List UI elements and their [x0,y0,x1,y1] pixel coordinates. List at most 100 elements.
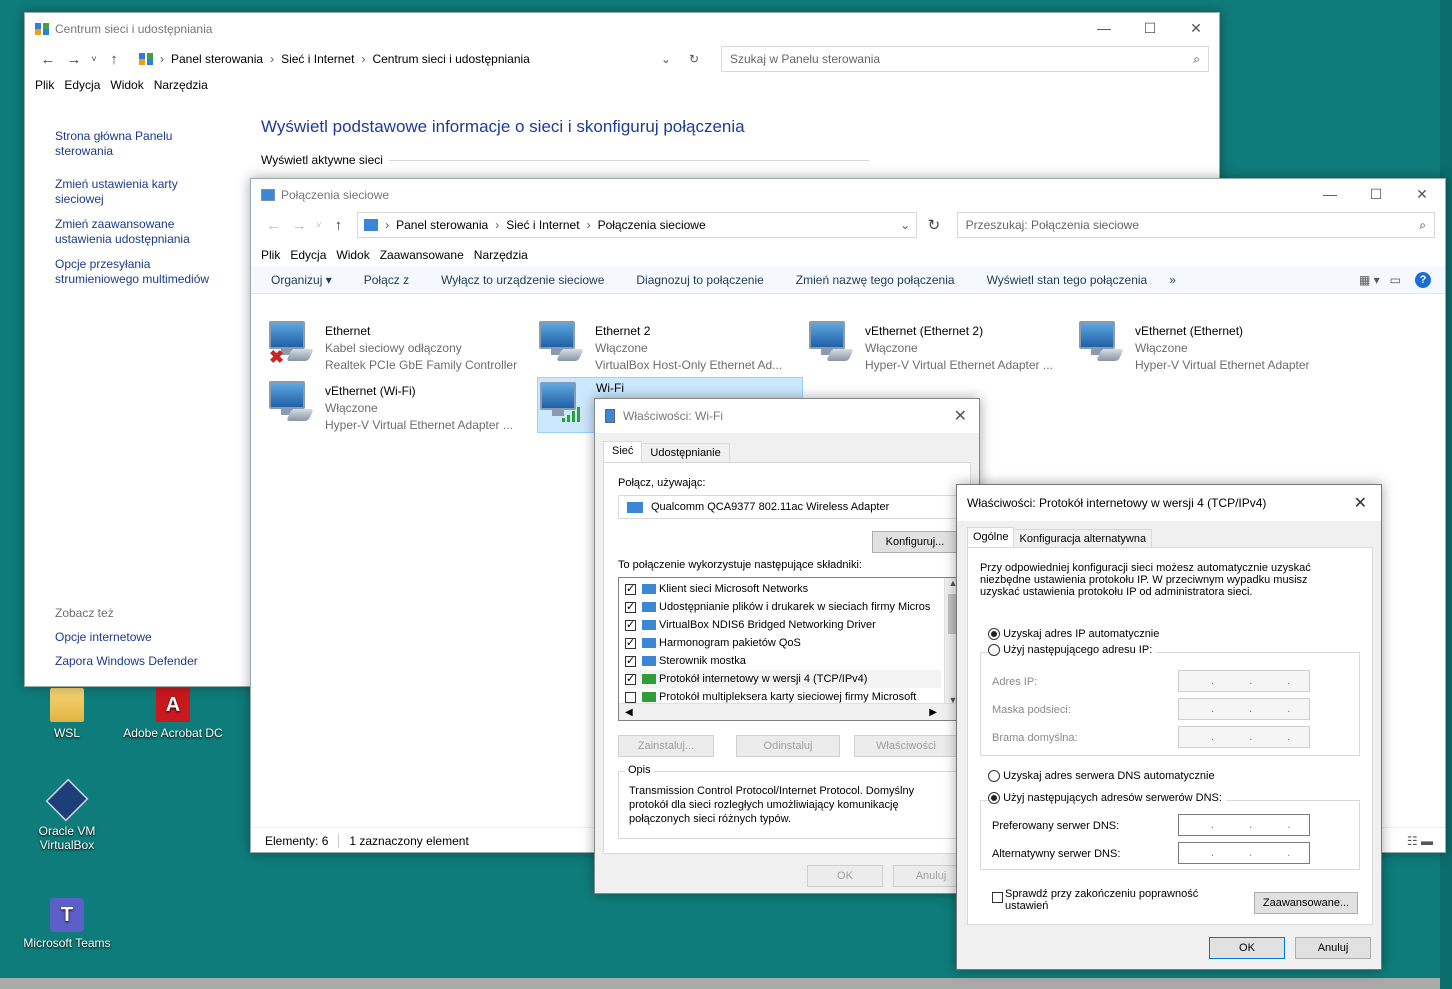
radio-manual-ip[interactable]: Użyj następującego adresu IP: [988,644,1157,657]
subnet-mask-field[interactable]: . . . [1178,698,1310,720]
view-options-icon[interactable]: ▦ ▾ [1359,273,1380,287]
link-firewall[interactable]: Zapora Windows Defender [55,649,198,673]
adapter-vethernet-wifi[interactable]: vEthernet (Wi-Fi) Włączone Hyper-V Virtu… [267,379,527,435]
component-item[interactable]: Klient sieci Microsoft Networks [625,580,941,598]
tab-general[interactable]: Ogólne [967,527,1015,548]
adapter-ethernet-2[interactable]: Ethernet 2 Włączone VirtualBox Host-Only… [537,319,797,375]
install-button[interactable]: Zainstaluj... [618,735,714,757]
validate-checkbox[interactable]: Sprawdź przy zakończeniu poprawność usta… [992,888,1235,912]
component-checkbox[interactable] [625,600,636,613]
minimize-button[interactable]: — [1081,20,1127,37]
disable-device-button[interactable]: Wyłącz to urządzenie sieciowe [441,273,604,287]
forward-icon[interactable]: → [286,217,311,234]
menu-file[interactable]: Plik [35,78,54,92]
close-button[interactable]: ✕ [954,406,967,426]
breadcrumb-item[interactable]: Centrum sieci i udostępniania [372,52,529,66]
component-checkbox[interactable] [625,672,636,685]
recent-dropdown-icon[interactable]: ˅ [87,54,101,64]
sidebar-item-sharing-settings[interactable]: Zmień zaawansowane ustawienia udostępnia… [55,217,225,247]
rename-button[interactable]: Zmień nazwę tego połączenia [796,273,955,287]
sidebar-item-adapter-settings[interactable]: Zmień ustawienia karty sieciowej [55,177,225,207]
menu-edit[interactable]: Edycja [64,78,100,92]
diagnose-button[interactable]: Diagnozuj to połączenie [636,273,763,287]
preview-pane-icon[interactable]: ▭ [1390,273,1401,287]
help-icon[interactable]: ? [1415,271,1431,288]
configure-button[interactable]: Konfiguruj... [872,531,958,553]
organize-button[interactable]: Organizuj ▾ [271,273,332,287]
back-icon[interactable]: ← [261,217,286,234]
close-button[interactable]: ✕ [1173,20,1219,37]
sidebar-item-streaming[interactable]: Opcje przesyłania strumieniowego multime… [55,257,225,287]
close-button[interactable]: ✕ [1399,186,1445,203]
gateway-field[interactable]: . . . [1178,726,1310,748]
tab-network[interactable]: Sieć [603,441,643,462]
ok-button[interactable]: OK [1209,937,1285,959]
scroll-left-icon[interactable]: ◀ [625,707,633,718]
menu-file[interactable]: Plik [261,248,280,262]
back-icon[interactable]: ← [35,51,61,68]
alternate-dns-field[interactable]: . . . [1178,842,1310,864]
component-item[interactable]: Protokół internetowy w wersji 4 (TCP/IPv… [625,670,941,688]
tab-alternate-config[interactable]: Konfiguracja alternatywna [1014,529,1153,548]
component-checkbox[interactable] [625,691,636,703]
up-icon[interactable]: ↑ [101,51,127,68]
component-item[interactable]: Harmonogram pakietów QoS [625,634,941,652]
menu-view[interactable]: Widok [336,248,369,262]
desktop-icon-wsl[interactable]: WSL [12,688,122,740]
advanced-button[interactable]: Zaawansowane... [1254,892,1358,914]
refresh-icon[interactable]: ↻ [921,216,946,234]
desktop-icon-virtualbox[interactable]: Oracle VM VirtualBox [12,778,122,852]
cancel-button[interactable]: Anuluj [1295,937,1371,959]
link-internet-options[interactable]: Opcje internetowe [55,625,198,649]
component-item[interactable]: VirtualBox NDIS6 Bridged Networking Driv… [625,616,941,634]
desktop-icon-acrobat[interactable]: A Adobe Acrobat DC [118,688,228,740]
close-button[interactable]: ✕ [1354,493,1367,513]
radio-auto-dns[interactable]: Uzyskaj adres serwera DNS automatycznie [988,770,1215,783]
address-bar[interactable]: › Panel sterowania › Sieć i Internet › C… [133,46,705,72]
connect-to-button[interactable]: Połącz z [364,273,409,287]
breadcrumb-item[interactable]: Sieć i Internet [281,52,354,66]
search-input[interactable]: Szukaj w Panelu sterowania ⌕ [721,46,1209,72]
uninstall-button[interactable]: Odinstaluj [736,735,840,757]
tab-sharing[interactable]: Udostępnianie [642,443,730,462]
ip-address-field[interactable]: . . . [1178,670,1310,692]
component-checkbox[interactable] [625,618,636,631]
view-status-button[interactable]: Wyświetl stan tego połączenia [987,273,1148,287]
adapter-ethernet[interactable]: ✖ Ethernet Kabel sieciowy odłączony Real… [267,319,527,375]
sidebar-item-home[interactable]: Strona główna Panelu sterowania [55,129,225,159]
breadcrumb-item[interactable]: Sieć i Internet [506,218,579,232]
chevron-down-icon[interactable]: ⌄ [661,52,671,66]
search-input[interactable]: Przeszukaj: Połączenia sieciowe ⌕ [956,212,1435,238]
menu-advanced[interactable]: Zaawansowane [380,248,464,262]
refresh-icon[interactable]: ↻ [689,52,699,66]
maximize-button[interactable]: ☐ [1127,20,1173,37]
maximize-button[interactable]: ☐ [1353,186,1399,203]
menu-view[interactable]: Widok [110,78,143,92]
component-checkbox[interactable] [625,636,636,649]
menu-edit[interactable]: Edycja [290,248,326,262]
component-item[interactable]: Sterownik mostka [625,652,941,670]
adapter-vethernet-ethernet[interactable]: vEthernet (Ethernet) Włączone Hyper-V Vi… [1077,319,1337,375]
radio-manual-dns[interactable]: Użyj następujących adresów serwerów DNS: [988,792,1226,805]
view-toggle-icons[interactable]: ☷ ▬ [1407,834,1433,848]
desktop-icon-teams[interactable]: T Microsoft Teams [12,898,122,950]
menu-tools[interactable]: Narzędzia [474,248,528,262]
breadcrumb-item[interactable]: Panel sterowania [396,218,488,232]
ok-button[interactable]: OK [807,865,883,887]
address-bar[interactable]: › Panel sterowania › Sieć i Internet › P… [357,212,918,238]
component-item[interactable]: Udostępnianie plików i drukarek w siecia… [625,598,941,616]
preferred-dns-field[interactable]: . . . [1178,814,1310,836]
component-checkbox[interactable] [625,582,636,595]
recent-dropdown-icon[interactable]: ˅ [312,220,326,230]
breadcrumb-item[interactable]: Panel sterowania [171,52,263,66]
breadcrumb-item[interactable]: Połączenia sieciowe [598,218,706,232]
chevron-down-icon[interactable]: ⌄ [900,218,910,232]
up-icon[interactable]: ↑ [326,217,351,234]
properties-button[interactable]: Właściwości [854,735,958,757]
adapter-vethernet-ethernet-2[interactable]: vEthernet (Ethernet 2) Włączone Hyper-V … [807,319,1067,375]
more-commands-button[interactable]: » [1169,273,1176,287]
radio-auto-ip[interactable]: Uzyskaj adres IP automatycznie [988,628,1159,641]
component-checkbox[interactable] [625,654,636,667]
minimize-button[interactable]: — [1307,186,1353,203]
menu-tools[interactable]: Narzędzia [154,78,208,92]
